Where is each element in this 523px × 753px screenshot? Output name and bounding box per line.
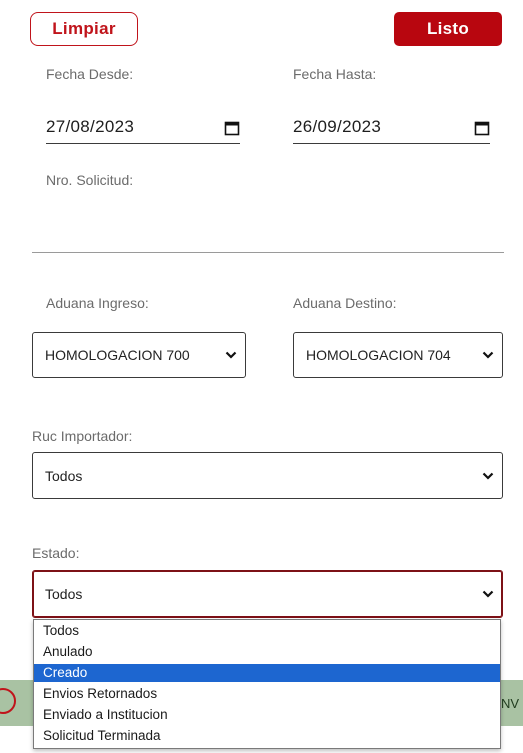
- clear-button[interactable]: Limpiar: [30, 12, 138, 46]
- chevron-down-icon: [482, 590, 494, 598]
- importer-ruc-select[interactable]: Todos: [32, 452, 503, 499]
- status-label: Estado:: [32, 545, 80, 561]
- status-options-list[interactable]: Todos Anulado Creado Envios Retornados E…: [33, 619, 501, 749]
- customs-destination-select[interactable]: HOMOLOGACION 704: [293, 332, 503, 378]
- status-option-enviado-a-institucion[interactable]: Enviado a Institucion: [34, 706, 500, 724]
- chevron-down-icon: [482, 472, 494, 480]
- date-to-input[interactable]: 26/09/2023: [293, 116, 490, 144]
- date-to-label: Fecha Hasta:: [293, 66, 377, 82]
- customs-entry-value: HOMOLOGACION 700: [45, 347, 190, 363]
- status-option-anulado[interactable]: Anulado: [34, 643, 500, 661]
- importer-ruc-label: Ruc Importador:: [32, 428, 133, 444]
- importer-ruc-value: Todos: [45, 467, 83, 484]
- customs-destination-label: Aduana Destino:: [293, 295, 397, 311]
- request-number-input[interactable]: [32, 198, 504, 253]
- status-select[interactable]: Todos: [32, 570, 503, 618]
- customs-entry-select[interactable]: HOMOLOGACION 700: [32, 332, 246, 378]
- status-option-envios-retornados[interactable]: Envios Retornados: [34, 685, 500, 703]
- date-from-input[interactable]: 27/08/2023: [46, 116, 240, 144]
- chevron-down-icon: [225, 351, 237, 359]
- status-option-creado[interactable]: Creado: [34, 664, 500, 682]
- customs-entry-label: Aduana Ingreso:: [46, 295, 149, 311]
- status-value: Todos: [45, 586, 83, 602]
- date-to-value: 26/09/2023: [293, 117, 382, 136]
- background-bar-text: NV: [501, 696, 520, 711]
- date-from-label: Fecha Desde:: [46, 66, 134, 82]
- status-option-solicitud-terminada[interactable]: Solicitud Terminada: [34, 727, 500, 745]
- customs-destination-value: HOMOLOGACION 704: [306, 347, 451, 363]
- calendar-icon[interactable]: [474, 120, 490, 136]
- chevron-down-icon: [482, 351, 494, 359]
- date-from-value: 27/08/2023: [46, 117, 135, 136]
- calendar-icon[interactable]: [224, 120, 240, 136]
- status-option-todos[interactable]: Todos: [34, 622, 500, 640]
- done-button[interactable]: Listo: [394, 12, 502, 46]
- request-number-label: Nro. Solicitud:: [46, 172, 134, 188]
